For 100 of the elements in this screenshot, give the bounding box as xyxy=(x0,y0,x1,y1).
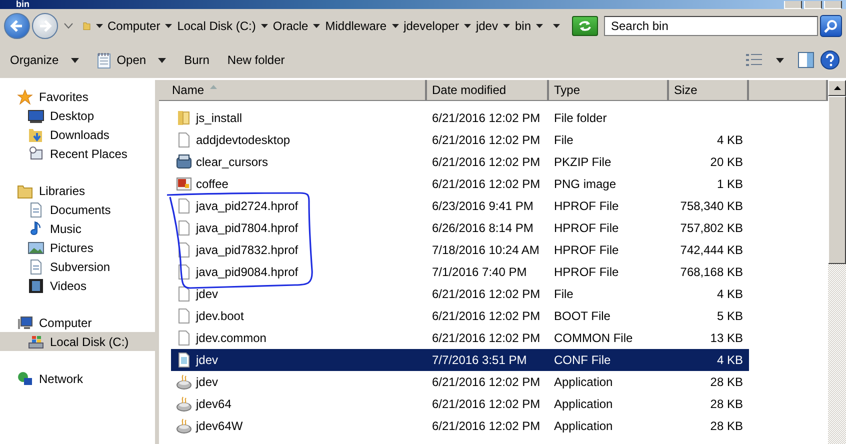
toolbar-button[interactable]: Burn xyxy=(178,50,216,70)
image-file-icon xyxy=(176,176,192,192)
view-options-icon[interactable] xyxy=(746,53,762,67)
file-row[interactable]: jdev.common 6/21/2016 12:02 PM COMMON File 13 KB xyxy=(171,327,749,349)
type-cell-text: Application xyxy=(553,397,614,411)
sidebar-item[interactable]: Videos xyxy=(0,276,155,295)
sidebar-item[interactable]: Music xyxy=(0,219,155,238)
file-row[interactable]: jdev 6/21/2016 12:02 PM File 4 KB xyxy=(171,283,749,305)
sidebar-item[interactable]: Desktop xyxy=(0,106,155,125)
minimize-button[interactable] xyxy=(784,1,802,9)
file-icon xyxy=(176,220,192,236)
back-button[interactable] xyxy=(4,12,30,38)
file-row[interactable]: addjdevtodesktop 6/21/2016 12:02 PM File 4 KB xyxy=(171,129,749,151)
breadcrumb-item[interactable]: jdev xyxy=(476,18,498,32)
file-row[interactable]: java_pid2724.hprof 6/23/2016 9:41 PM HPROF File 758,340 KB xyxy=(171,195,749,217)
size-cell-text: 20 KB xyxy=(709,155,744,169)
date-cell-text: 7/7/2016 3:51 PM xyxy=(431,353,528,367)
search-field[interactable]: Search bin xyxy=(604,16,818,36)
scrollbar[interactable] xyxy=(828,80,846,444)
file-row[interactable]: jdev.boot 6/21/2016 12:02 PM BOOT File 5 KB xyxy=(171,305,749,327)
history-dropdown-icon[interactable] xyxy=(64,22,73,28)
sidebar-item[interactable]: Network xyxy=(0,369,155,388)
sidebar-item[interactable]: Downloads xyxy=(0,125,155,144)
forward-button[interactable] xyxy=(32,12,58,38)
date-cell-text: 6/21/2016 12:02 PM xyxy=(431,133,542,147)
column-header[interactable]: Date modified xyxy=(427,80,549,100)
date-cell-text: 6/21/2016 12:02 PM xyxy=(431,111,542,125)
file-row[interactable]: clear_cursors 6/21/2016 12:02 PM PKZIP File 20 KB xyxy=(171,151,749,173)
caret-icon[interactable] xyxy=(392,24,399,28)
file-icon xyxy=(176,286,192,302)
date-cell-text: 6/21/2016 12:02 PM xyxy=(431,287,542,301)
file-row[interactable]: java_pid7832.hprof 7/18/2016 10:24 AM HPROF File 742,444 KB xyxy=(171,239,749,261)
column-header[interactable]: Size xyxy=(669,80,749,100)
caret-icon[interactable] xyxy=(260,24,268,28)
size-cell-text: 1 KB xyxy=(716,177,744,191)
file-name: jdev.boot xyxy=(196,309,244,323)
breadcrumb-item[interactable]: bin xyxy=(514,18,531,32)
breadcrumb-item[interactable]: Local Disk (C:) xyxy=(177,18,256,32)
type-cell-text: Application xyxy=(553,419,614,433)
breadcrumb-item[interactable]: Middleware xyxy=(325,18,387,32)
file-row[interactable]: jdev64 6/21/2016 12:02 PM Application 28 KB xyxy=(171,393,749,415)
landscape-icon xyxy=(28,240,44,256)
sidebar-item[interactable]: Favorites xyxy=(0,87,155,106)
file-row[interactable]: js_install 6/21/2016 12:02 PM File folder xyxy=(171,107,749,129)
date-cell-text: 6/26/2016 8:14 PM xyxy=(431,221,534,235)
size-cell-text: 758,340 KB xyxy=(679,199,744,213)
caret-icon[interactable] xyxy=(776,58,784,62)
breadcrumb-item[interactable]: jdeveloper xyxy=(404,18,459,32)
help-icon[interactable] xyxy=(820,50,840,70)
maximize-button[interactable] xyxy=(804,1,822,9)
file-name: jdev64 xyxy=(196,397,232,411)
file-row[interactable]: java_pid7804.hprof 6/26/2016 8:14 PM HPROF File 757,802 KB xyxy=(171,217,749,239)
caret-icon[interactable] xyxy=(165,24,172,28)
caret-icon[interactable] xyxy=(502,24,510,28)
toolbar-button[interactable]: New folder xyxy=(221,50,291,70)
preview-pane-icon[interactable] xyxy=(798,52,814,68)
folder-icon xyxy=(28,126,44,142)
file-name: clear_cursors xyxy=(196,155,268,169)
folder-icon xyxy=(176,110,192,126)
sidebar-item[interactable]: Documents xyxy=(0,200,155,219)
star-icon xyxy=(17,88,33,104)
column-header[interactable]: Name xyxy=(159,80,427,100)
scrollbar-thumb[interactable] xyxy=(828,96,846,264)
close-button[interactable] xyxy=(824,1,842,9)
sidebar-item[interactable]: Local Disk (C:) xyxy=(0,332,155,351)
sidebar-item[interactable]: Computer xyxy=(0,313,155,332)
disk-drive-icon xyxy=(28,334,44,350)
globe-icon xyxy=(17,370,33,386)
caret-icon[interactable] xyxy=(553,24,560,28)
file-row[interactable]: jdev 6/21/2016 12:02 PM Application 28 KB xyxy=(171,371,749,393)
breadcrumb-item[interactable]: Computer xyxy=(108,18,160,32)
sidebar-item[interactable]: Pictures xyxy=(0,238,155,257)
caret-icon[interactable] xyxy=(464,24,471,28)
sidebar-item[interactable]: Libraries xyxy=(0,181,155,200)
scroll-up-icon[interactable] xyxy=(834,86,840,90)
caret-icon[interactable] xyxy=(96,24,103,28)
date-cell-text: 6/21/2016 12:02 PM xyxy=(431,309,542,323)
column-header[interactable]: Type xyxy=(549,80,669,100)
file-row[interactable]: jdev 7/7/2016 3:51 PM CONF File 4 KB xyxy=(171,349,749,371)
file-row[interactable]: java_pid9084.hprof 7/1/2016 7:40 PM HPROF File 768,168 KB xyxy=(171,261,749,283)
file-name: jdev xyxy=(196,375,218,389)
breadcrumb-item[interactable]: Oracle xyxy=(272,18,308,32)
file-row[interactable]: coffee 6/21/2016 12:02 PM PNG image 1 KB xyxy=(171,173,749,195)
type-cell-text: COMMON File xyxy=(553,331,634,345)
refresh-button[interactable] xyxy=(572,16,598,36)
caret-icon[interactable] xyxy=(313,24,320,28)
file-row[interactable]: jdev64W 6/21/2016 12:02 PM Application 28 KB xyxy=(171,415,749,437)
file-name: jdev.common xyxy=(196,331,266,345)
size-cell-text: 4 KB xyxy=(716,133,744,147)
cup-icon xyxy=(176,374,192,390)
caret-icon[interactable] xyxy=(536,24,543,28)
toolbar-button[interactable]: Organize xyxy=(4,50,85,70)
size-cell-text: 757,802 KB xyxy=(679,221,744,235)
sidebar-item[interactable]: Recent Places xyxy=(0,144,155,163)
type-cell-text: File folder xyxy=(553,111,608,125)
toolbar-button[interactable]: Open xyxy=(90,48,172,72)
sidebar-item[interactable]: Subversion xyxy=(0,257,155,276)
type-cell-text: PNG image xyxy=(553,177,618,191)
search-button[interactable] xyxy=(820,14,842,36)
date-cell-text: 6/23/2016 9:41 PM xyxy=(431,199,534,213)
